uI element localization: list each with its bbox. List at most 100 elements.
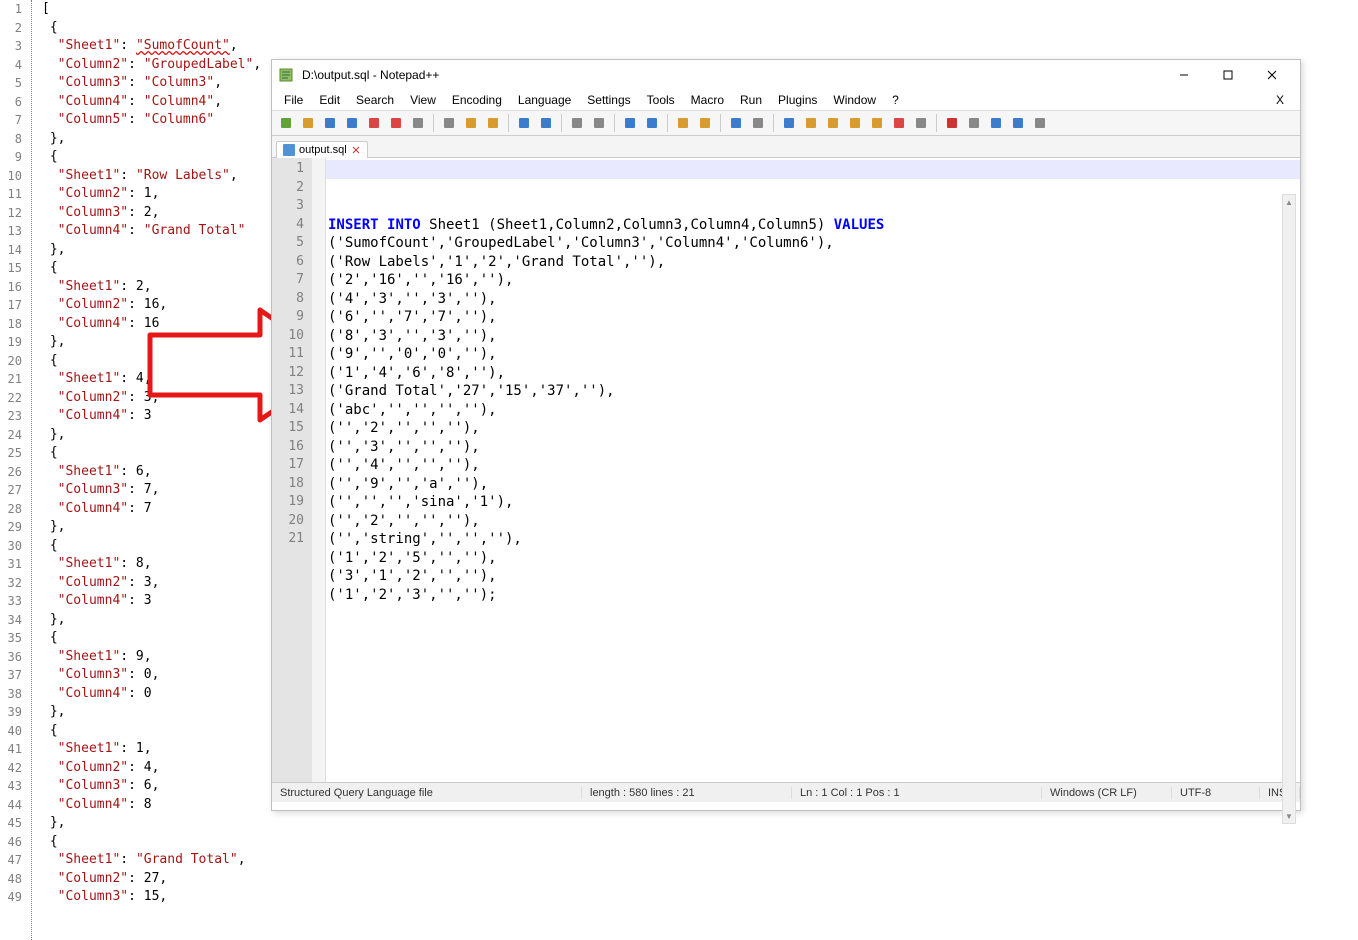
toolbar-separator	[936, 114, 937, 132]
menu-edit[interactable]: Edit	[311, 91, 348, 109]
code-line: ('2','16','','16',''),	[328, 271, 1300, 290]
statusbar: Structured Query Language file length : …	[272, 782, 1300, 802]
sync-h-icon[interactable]	[695, 113, 715, 133]
menubar: FileEditSearchViewEncodingLanguageSettin…	[272, 90, 1300, 110]
editor-area[interactable]: 123456789101112131415161718192021 INSERT…	[272, 158, 1300, 782]
background-code[interactable]: [ { "Sheet1": "SumofCount", "Column2": "…	[42, 0, 261, 907]
zoom-out-icon[interactable]	[642, 113, 662, 133]
indent-icon[interactable]	[779, 113, 799, 133]
toolbar-separator	[773, 114, 774, 132]
status-encoding: UTF-8	[1172, 787, 1260, 799]
file-tab-close-icon[interactable]	[351, 145, 361, 155]
close-button[interactable]	[1250, 60, 1294, 90]
find-icon[interactable]	[567, 113, 587, 133]
menu-view[interactable]: View	[402, 91, 444, 109]
app-icon	[278, 67, 294, 83]
status-length: length : 580 lines : 21	[582, 787, 792, 799]
code-line: ('','2','','',''),	[328, 512, 1300, 531]
stop-icon[interactable]	[964, 113, 984, 133]
minimize-button[interactable]	[1162, 60, 1206, 90]
code-line: ('','9','','a',''),	[328, 475, 1300, 494]
new-icon[interactable]	[276, 113, 296, 133]
editor-gutter: 123456789101112131415161718192021	[272, 158, 312, 782]
code-line: ('','3','','',''),	[328, 438, 1300, 457]
doc-list-icon[interactable]	[823, 113, 843, 133]
record-icon[interactable]	[942, 113, 962, 133]
open-icon[interactable]	[298, 113, 318, 133]
current-line-highlight	[326, 160, 1300, 179]
status-eol: Windows (CR LF)	[1042, 787, 1172, 799]
code-line: ('9','','0','0',''),	[328, 345, 1300, 364]
code-line: ('SumofCount','GroupedLabel','Column3','…	[328, 234, 1300, 253]
monitoring-icon[interactable]	[889, 113, 909, 133]
editor-code[interactable]: INSERT INTO Sheet1 (Sheet1,Column2,Colum…	[326, 158, 1300, 782]
play-icon[interactable]	[986, 113, 1006, 133]
cut-icon[interactable]	[439, 113, 459, 133]
toolbar-separator	[667, 114, 668, 132]
window-title: D:\output.sql - Notepad++	[300, 68, 1162, 82]
replace-icon[interactable]	[589, 113, 609, 133]
toolbar-separator	[433, 114, 434, 132]
code-line: INSERT INTO Sheet1 (Sheet1,Column2,Colum…	[328, 216, 1300, 235]
save-icon[interactable]	[320, 113, 340, 133]
fold-margin	[312, 158, 326, 782]
menu-search[interactable]: Search	[348, 91, 402, 109]
close-icon[interactable]	[364, 113, 384, 133]
menu-run[interactable]: Run	[732, 91, 770, 109]
code-line: ('8','3','','3',''),	[328, 327, 1300, 346]
toolbar-separator	[508, 114, 509, 132]
menu-macro[interactable]: Macro	[683, 91, 732, 109]
print-icon[interactable]	[408, 113, 428, 133]
menu-file[interactable]: File	[276, 91, 311, 109]
background-gutter: 1234567891011121314151617181920212223242…	[0, 0, 28, 907]
menu-window[interactable]: Window	[825, 91, 884, 109]
paste-icon[interactable]	[483, 113, 503, 133]
code-line: ('6','','7','7',''),	[328, 308, 1300, 327]
code-line: ('1','2','3','','');	[328, 586, 1300, 605]
code-line: ('Row Labels','1','2','Grand Total',''),	[328, 253, 1300, 272]
code-line: ('','','','sina','1'),	[328, 493, 1300, 512]
menu-plugins[interactable]: Plugins	[770, 91, 825, 109]
file-tab-label: output.sql	[299, 144, 347, 156]
toolbar-separator	[614, 114, 615, 132]
menu-[interactable]: ?	[884, 91, 907, 109]
code-line: ('Grand Total','27','15','37',''),	[328, 382, 1300, 401]
undo-icon[interactable]	[514, 113, 534, 133]
scroll-down-icon[interactable]: ▼	[1283, 809, 1295, 823]
sync-v-icon[interactable]	[673, 113, 693, 133]
all-chars-icon[interactable]	[748, 113, 768, 133]
wrap-icon[interactable]	[726, 113, 746, 133]
toolbar-separator	[561, 114, 562, 132]
background-ruler	[31, 0, 32, 940]
status-position: Ln : 1 Col : 1 Pos : 1	[792, 787, 1042, 799]
menu-encoding[interactable]: Encoding	[444, 91, 510, 109]
folder-icon[interactable]	[867, 113, 887, 133]
doc-map-icon[interactable]	[801, 113, 821, 133]
func-list-icon[interactable]	[845, 113, 865, 133]
code-line: ('1','4','6','8',''),	[328, 364, 1300, 383]
close-all-icon[interactable]	[386, 113, 406, 133]
show-icon[interactable]	[911, 113, 931, 133]
tab-bar: output.sql	[272, 136, 1300, 158]
file-tab[interactable]: output.sql	[276, 141, 368, 158]
code-line: ('','4','','',''),	[328, 456, 1300, 475]
menu-tools[interactable]: Tools	[639, 91, 683, 109]
zoom-in-icon[interactable]	[620, 113, 640, 133]
menu-settings[interactable]: Settings	[579, 91, 638, 109]
play-multi-icon[interactable]	[1008, 113, 1028, 133]
code-line: ('4','3','','3',''),	[328, 290, 1300, 309]
code-line: ('','string','','',''),	[328, 530, 1300, 549]
copy-icon[interactable]	[461, 113, 481, 133]
maximize-button[interactable]	[1206, 60, 1250, 90]
code-line: ('1','2','5','',''),	[328, 549, 1300, 568]
notepadpp-window: D:\output.sql - Notepad++ FileEditSearch…	[271, 59, 1301, 811]
save-macro-icon[interactable]	[1030, 113, 1050, 133]
scroll-up-icon[interactable]: ▲	[1283, 195, 1295, 209]
menubar-close-x[interactable]: X	[1268, 91, 1292, 109]
redo-icon[interactable]	[536, 113, 556, 133]
titlebar[interactable]: D:\output.sql - Notepad++	[272, 60, 1300, 90]
menu-language[interactable]: Language	[510, 91, 579, 109]
status-language: Structured Query Language file	[272, 787, 582, 799]
code-line: ('abc','','','',''),	[328, 401, 1300, 420]
save-all-icon[interactable]	[342, 113, 362, 133]
